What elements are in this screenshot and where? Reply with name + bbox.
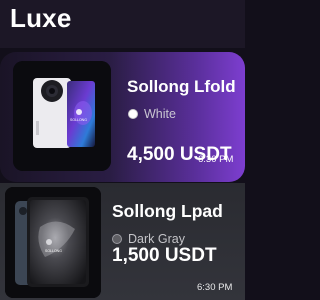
timestamp: 6:30 PM: [198, 154, 234, 165]
color-swatch-dark-gray-icon: [112, 234, 122, 244]
svg-text:SOLLONG: SOLLONG: [70, 118, 87, 122]
product-image-lfold: SOLLONG: [13, 61, 111, 171]
color-label: White: [144, 107, 176, 121]
timestamp: 6:30 PM: [197, 282, 233, 293]
color-swatch-white-icon: [128, 109, 138, 119]
svg-text:SOLLONG: SOLLONG: [45, 249, 62, 253]
product-name: Sollong Lfold: [127, 77, 236, 96]
product-card-lfold[interactable]: SOLLONG Sollong Lfold White 4,500 USDT 6…: [0, 52, 245, 182]
foldable-phone-icon: SOLLONG: [13, 61, 111, 171]
color-variant: Dark Gray: [112, 232, 185, 246]
product-price: 1,500 USDT: [112, 245, 217, 266]
product-image-lpad: SOLLONG: [5, 187, 101, 298]
app-header: Luxe: [0, 0, 245, 48]
color-variant: White: [128, 107, 176, 121]
color-label: Dark Gray: [128, 232, 185, 246]
tablet-icon: SOLLONG: [5, 187, 101, 298]
product-name: Sollong Lpad: [112, 201, 223, 221]
page-title: Luxe: [10, 3, 72, 33]
product-card-lpad[interactable]: SOLLONG Sollong Lpad Dark Gray 1,500 USD…: [0, 183, 245, 300]
